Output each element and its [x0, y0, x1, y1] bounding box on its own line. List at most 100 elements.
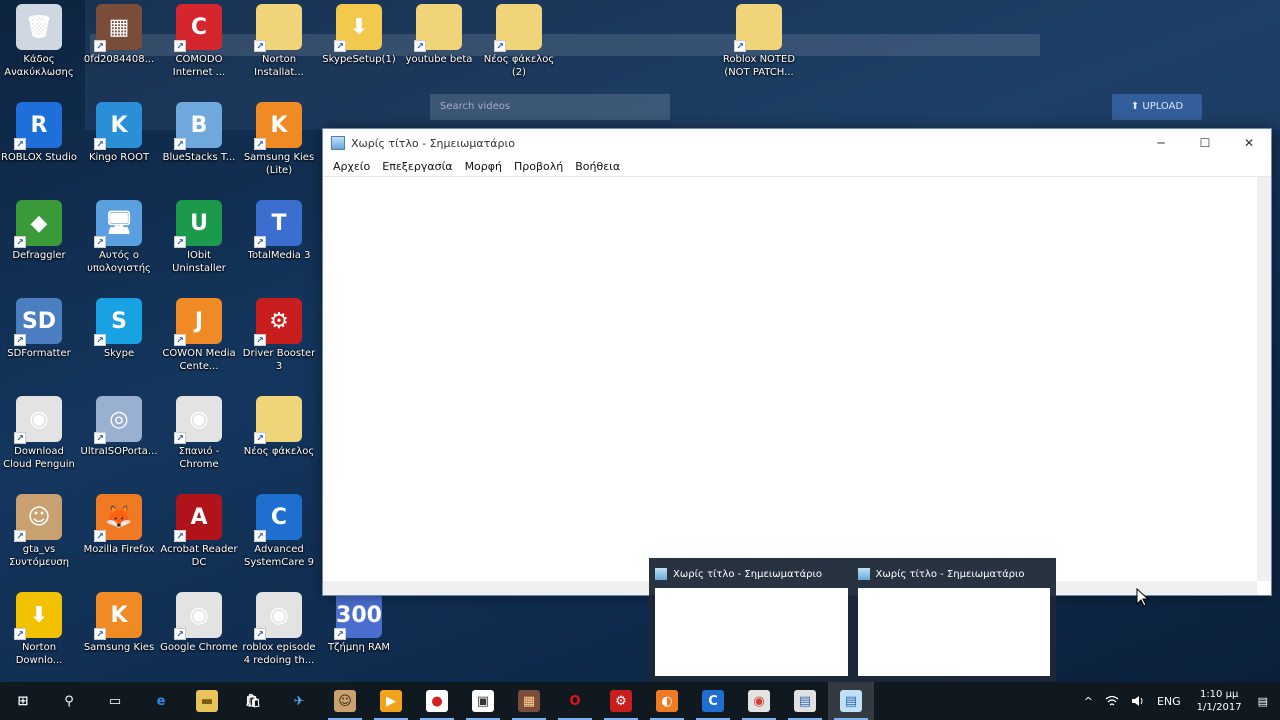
- thumbnail-preview-2[interactable]: Χωρίς τίτλο - Σημειωματάριο: [857, 564, 1050, 676]
- notepad-titlebar[interactable]: Χωρίς τίτλο - Σημειωματάριο ─ ☐ ✕: [323, 129, 1271, 157]
- desktop-icon[interactable]: ▦ ↗ 0fd2084408...: [80, 4, 158, 92]
- menu-help[interactable]: Βοήθεια: [569, 160, 626, 173]
- menu-file[interactable]: Αρχείο: [327, 160, 376, 173]
- desktop-icon[interactable]: 🗑 Κάδος Ανακύκλωσης: [0, 4, 78, 92]
- taskbar-search-button[interactable]: ⚲: [46, 682, 92, 720]
- taskbar-media-player-button[interactable]: ▶: [368, 682, 414, 720]
- desktop-icon[interactable]: T ↗ TotalMedia 3: [240, 200, 318, 288]
- desktop-icon-label: Τζήμηη RAM: [327, 642, 391, 653]
- folder-icon: ↗: [494, 4, 542, 52]
- maximize-button[interactable]: ☐: [1183, 129, 1227, 157]
- menu-edit[interactable]: Επεξεργασία: [376, 160, 458, 173]
- computer-icon: 🖥 ↗: [94, 200, 142, 248]
- desktop-icon-label: Acrobat Reader DC: [160, 544, 238, 568]
- taskbar-chrome-button[interactable]: ◉: [736, 682, 782, 720]
- desktop-icon[interactable]: ⬇ ↗ SkypeSetup(1): [320, 4, 398, 92]
- shortcut-arrow-icon: ↗: [94, 334, 106, 346]
- desktop-icon[interactable]: ⬇ ↗ Norton Downlo...: [0, 592, 78, 680]
- volume-icon[interactable]: [1125, 695, 1151, 707]
- taskbar-monitor-button[interactable]: ▣: [460, 682, 506, 720]
- taskbar-pinned-apps: ⊞ ⚲ ▭ e ▬ 🛍 ✈ ☺ ▶ ● ▣ ▦ O ⚙ ◐ C ◉ ▤ ▤: [0, 682, 874, 720]
- desktop-icon[interactable]: SD ↗ SDFormatter: [0, 298, 78, 386]
- close-button[interactable]: ✕: [1227, 129, 1271, 157]
- desktop-icon[interactable]: U ↗ IObit Uninstaller: [160, 200, 238, 288]
- desktop-icon[interactable]: ↗ youtube beta: [400, 4, 478, 92]
- desktop-icon[interactable]: ↗ Norton Installat...: [240, 4, 318, 92]
- desktop-icon-label: Defraggler: [12, 250, 66, 261]
- desktop-icon[interactable]: S ↗ Skype: [80, 298, 158, 386]
- tray-overflow-chevron-icon[interactable]: ^: [1078, 695, 1099, 708]
- gta-icon: ☺: [334, 690, 356, 712]
- desktop-icon[interactable]: 🦊 ↗ Mozilla Firefox: [80, 494, 158, 582]
- taskbar-opera-button[interactable]: O: [552, 682, 598, 720]
- desktop-icon[interactable]: ◉ ↗ Σπανιό - Chrome: [160, 396, 238, 484]
- taskbar-app-button[interactable]: ✈: [276, 682, 322, 720]
- taskbar-notepad-group-button[interactable]: ▤: [782, 682, 828, 720]
- minimize-button[interactable]: ─: [1139, 129, 1183, 157]
- desktop-icon[interactable]: ↗ Νέος φάκελος (2): [480, 4, 558, 92]
- desktop-icon[interactable]: ↗ Roblox NOTED (NOT PATCH...: [720, 4, 798, 92]
- desktop-icon[interactable]: J ↗ COWON Media Cente...: [160, 298, 238, 386]
- desktop-icon[interactable]: 🖥 ↗ Αυτός ο υπολογιστής: [80, 200, 158, 288]
- desktop-icon[interactable]: ↗ Νέος φάκελος: [240, 396, 318, 484]
- thumbnail-image[interactable]: [655, 588, 848, 676]
- taskbar-edge-button[interactable]: e: [138, 682, 184, 720]
- text-editor-area[interactable]: [323, 177, 1257, 581]
- file-explorer-icon: ▬: [196, 690, 218, 712]
- desktop-icon[interactable]: ◉ ↗ Google Chrome: [160, 592, 238, 680]
- desktop-icon[interactable]: C ↗ Advanced SystemCare 9: [240, 494, 318, 582]
- taskbar-start-button[interactable]: ⊞: [0, 682, 46, 720]
- recycle-bin-icon: 🗑: [16, 4, 62, 50]
- taskbar-task-view-button[interactable]: ▭: [92, 682, 138, 720]
- desktop-icon[interactable]: ◉ ↗ Download Cloud Penguin: [0, 396, 78, 484]
- app-icon: ✈: [293, 693, 305, 709]
- thumbnail-title: Χωρίς τίτλο - Σημειωματάριο: [673, 568, 823, 580]
- menu-format[interactable]: Μορφή: [459, 160, 508, 173]
- notepad-icon: ▤: [840, 690, 862, 712]
- taskbar-notepad-button[interactable]: ▤: [828, 682, 874, 720]
- network-icon[interactable]: [1099, 695, 1125, 707]
- language-indicator[interactable]: ENG: [1151, 695, 1187, 708]
- desktop-icon[interactable]: K ↗ Samsung Kies (Lite): [240, 102, 318, 190]
- vertical-scrollbar[interactable]: [1257, 177, 1271, 581]
- desktop-icon-label: Google Chrome: [160, 642, 238, 653]
- desktop-icon[interactable]: 300 ↗ Τζήμηη RAM: [320, 592, 398, 680]
- taskbar-game-button[interactable]: ▦: [506, 682, 552, 720]
- chrome-icon: ◉ ↗: [174, 396, 222, 444]
- kingo-root-icon: K ↗: [94, 102, 142, 150]
- clock-time: 1:10 μμ: [1199, 689, 1239, 700]
- taskbar-record-button[interactable]: ●: [414, 682, 460, 720]
- desktop-icon[interactable]: K ↗ Samsung Kies: [80, 592, 158, 680]
- desktop-icon-label: Roblox NOTED (NOT PATCH...: [722, 54, 796, 78]
- desktop-icon[interactable]: R ↗ ROBLOX Studio: [0, 102, 78, 190]
- desktop-icon[interactable]: B ↗ BlueStacks T...: [160, 102, 238, 190]
- shortcut-arrow-icon: ↗: [94, 236, 106, 248]
- shortcut-arrow-icon: ↗: [254, 530, 266, 542]
- action-center-icon[interactable]: ▤: [1252, 695, 1280, 708]
- samsung-kies-icon: K ↗: [94, 592, 142, 640]
- taskbar-store-button[interactable]: 🛍: [230, 682, 276, 720]
- taskbar-systemcare-button[interactable]: C: [690, 682, 736, 720]
- thumbnail-preview-1[interactable]: Χωρίς τίτλο - Σημειωματάριο: [655, 564, 848, 676]
- taskbar-gta-button[interactable]: ☺: [322, 682, 368, 720]
- clock[interactable]: 1:10 μμ 1/1/2017: [1187, 688, 1252, 714]
- taskbar-file-explorer-button[interactable]: ▬: [184, 682, 230, 720]
- desktop-icon[interactable]: ◆ ↗ Defraggler: [0, 200, 78, 288]
- desktop-icon[interactable]: ◎ ↗ UltraISOPorta...: [80, 396, 158, 484]
- systemcare-icon: C ↗: [254, 494, 302, 542]
- taskbar-firefox-button[interactable]: ◐: [644, 682, 690, 720]
- shortcut-arrow-icon: ↗: [334, 628, 346, 640]
- desktop-icon[interactable]: A ↗ Acrobat Reader DC: [160, 494, 238, 582]
- desktop-icon-label: Νέος φάκελος (2): [483, 54, 555, 78]
- desktop-icon[interactable]: K ↗ Kingo ROOT: [80, 102, 158, 190]
- taskbar-driver-booster-button[interactable]: ⚙: [598, 682, 644, 720]
- desktop-icon[interactable]: ⚙ ↗ Driver Booster 3: [240, 298, 318, 386]
- notepad-window[interactable]: Χωρίς τίτλο - Σημειωματάριο ─ ☐ ✕ Αρχείο…: [322, 128, 1272, 596]
- background-search-box: Search videos: [430, 94, 670, 120]
- background-upload-button: ⬆ UPLOAD: [1112, 94, 1202, 120]
- desktop-icon[interactable]: ◉ ↗ roblox episode 4 redoing th...: [240, 592, 318, 680]
- menu-view[interactable]: Προβολή: [508, 160, 569, 173]
- desktop-icon[interactable]: C ↗ COMODO Internet ...: [160, 4, 238, 92]
- thumbnail-image[interactable]: [857, 588, 1050, 676]
- desktop-icon[interactable]: ☺ ↗ gta_vs Συντόμευση: [0, 494, 78, 582]
